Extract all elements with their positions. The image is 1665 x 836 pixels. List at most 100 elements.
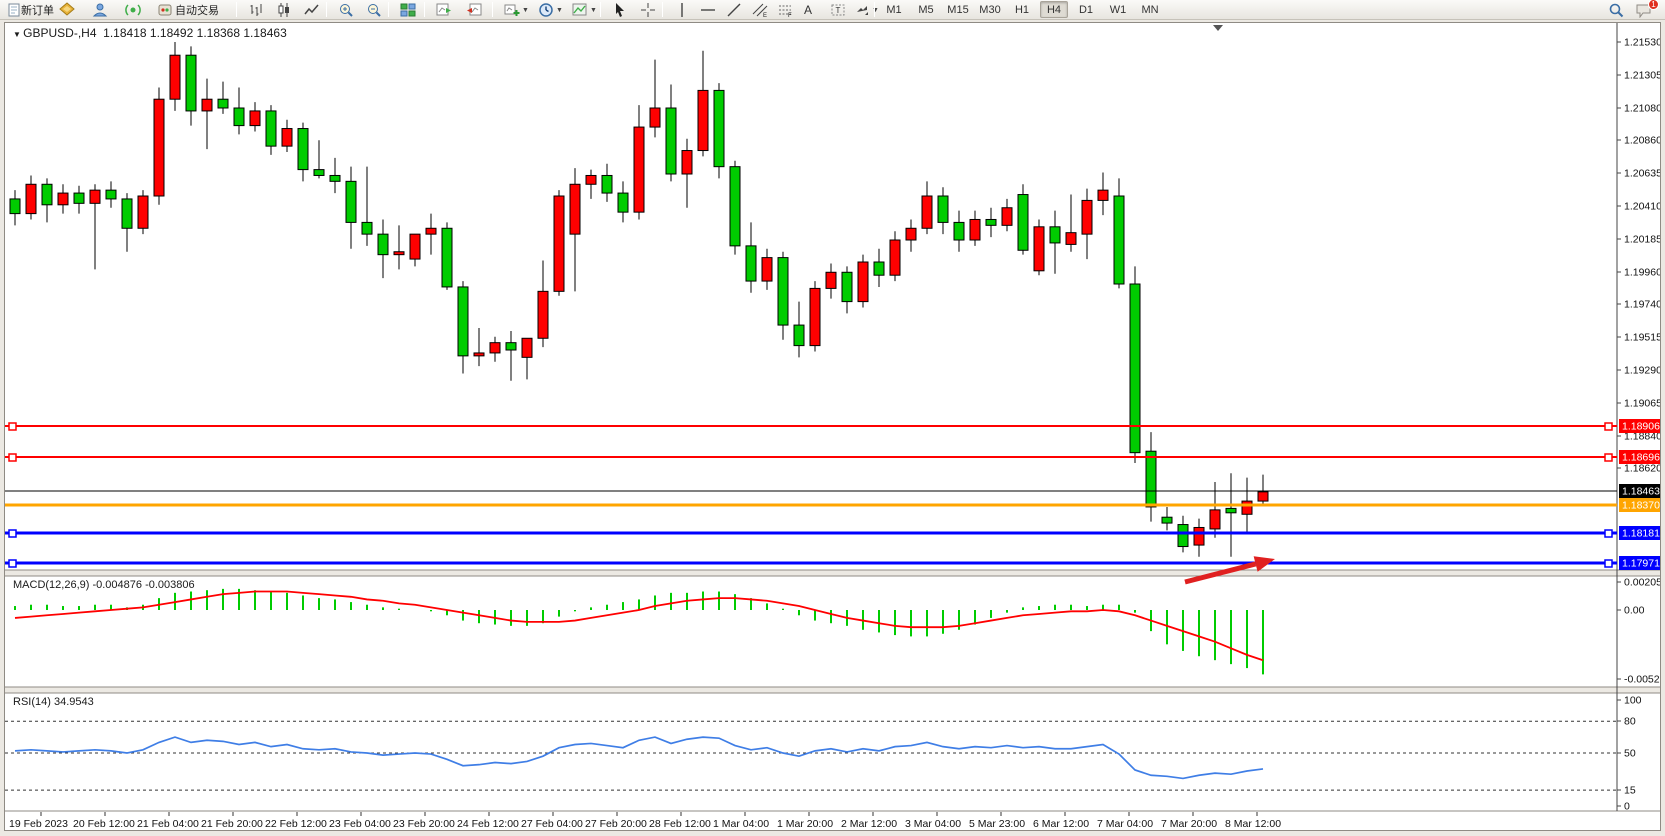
auto-trading-button[interactable]: 自动交易 — [171, 1, 223, 19]
zoom-in-icon[interactable] — [334, 1, 358, 19]
candlestick — [1066, 233, 1076, 245]
candlestick — [1258, 492, 1268, 501]
mt4-application: 新订单 自动交易 — [0, 0, 1665, 836]
candlestick — [42, 184, 52, 205]
line-handle[interactable] — [1605, 423, 1612, 430]
line-handle[interactable] — [1605, 560, 1612, 567]
timeframe-button-m1[interactable]: M1 — [880, 1, 908, 18]
date-axis-label: 5 Mar 23:00 — [969, 818, 1025, 830]
candlestick — [762, 258, 772, 281]
price-axis-label: 1.19960 — [1624, 267, 1660, 279]
timeframe-button-m5[interactable]: M5 — [912, 1, 940, 18]
date-axis-label: 1 Mar 04:00 — [713, 818, 769, 830]
line-handle[interactable] — [1605, 530, 1612, 537]
candlestick — [442, 228, 452, 287]
candlestick — [10, 199, 20, 214]
line-handle[interactable] — [9, 530, 16, 537]
fibonacci-tool-icon[interactable]: F — [774, 1, 798, 19]
periods-icon[interactable]: ▼ — [534, 1, 567, 19]
chart-window[interactable]: ▼ GBPUSD-,H4 1.18418 1.18492 1.18368 1.1… — [4, 22, 1661, 831]
candlestick-mode-icon[interactable] — [272, 1, 296, 19]
chart-canvas[interactable]: 1.215301.213051.210801.208601.206351.204… — [5, 23, 1660, 830]
line-handle[interactable] — [9, 560, 16, 567]
level-price-tag-text: 1.17971 — [1622, 558, 1660, 570]
price-axis-label: 1.20185 — [1624, 234, 1660, 246]
crosshair-icon[interactable] — [636, 1, 660, 19]
search-icon[interactable] — [1604, 1, 1628, 19]
candlestick — [1114, 196, 1124, 284]
channel-tool-icon[interactable]: E — [748, 1, 772, 19]
candlestick — [538, 291, 548, 338]
rsi-axis-label: 15 — [1624, 785, 1636, 797]
level-price-tag-text: 1.18463 — [1622, 486, 1660, 498]
candlestick — [954, 222, 964, 240]
candlestick — [122, 199, 132, 228]
text-label-tool-icon[interactable]: T — [826, 1, 850, 19]
candlestick — [378, 234, 388, 255]
market-watch-icon[interactable] — [55, 1, 79, 19]
candlestick — [1098, 190, 1108, 200]
candlestick — [778, 258, 788, 325]
text-tool-icon[interactable]: A — [800, 1, 816, 19]
arrows-tool-icon[interactable]: ▼ — [850, 1, 883, 19]
timeframe-button-d1[interactable]: D1 — [1072, 1, 1100, 18]
level-price-tag-text: 1.18181 — [1622, 528, 1660, 540]
templates-icon[interactable]: ▼ — [568, 1, 601, 19]
candlestick — [298, 129, 308, 170]
candlestick — [170, 55, 180, 99]
candlestick — [362, 222, 372, 234]
timeframe-button-w1[interactable]: W1 — [1104, 1, 1132, 18]
main-toolbar: 新订单 自动交易 — [0, 0, 1665, 20]
macd-axis-label: -0.005292 — [1624, 674, 1660, 686]
candlestick — [1034, 227, 1044, 271]
chart-shift-icon[interactable] — [462, 1, 486, 19]
candlestick — [602, 175, 612, 193]
candlestick — [266, 111, 276, 146]
zoom-out-icon[interactable] — [362, 1, 386, 19]
candlestick — [1242, 501, 1252, 514]
line-chart-mode-icon[interactable] — [300, 1, 324, 19]
date-axis-label: 24 Feb 12:00 — [457, 818, 519, 830]
candlestick — [218, 99, 228, 108]
candlestick — [586, 175, 596, 184]
candlestick — [890, 240, 900, 275]
candlestick — [1018, 195, 1028, 251]
bar-chart-mode-icon[interactable] — [244, 1, 268, 19]
line-handle[interactable] — [9, 423, 16, 430]
candlestick — [58, 193, 68, 205]
candlestick — [426, 228, 436, 234]
signals-icon[interactable] — [121, 1, 145, 19]
candlestick — [730, 167, 740, 246]
new-chart-icon[interactable]: ▼ — [500, 1, 533, 19]
line-handle[interactable] — [9, 454, 16, 461]
timeframe-button-h4[interactable]: H4 — [1040, 1, 1068, 18]
navigator-icon[interactable] — [88, 1, 112, 19]
rsi-axis-label: 0 — [1624, 801, 1630, 813]
chat-icon[interactable]: 1 — [1632, 1, 1657, 19]
candlestick — [506, 343, 516, 350]
toolbar-separator — [874, 2, 875, 17]
price-axis-label: 1.21530 — [1624, 37, 1660, 49]
date-axis-label: 20 Feb 12:00 — [73, 818, 135, 830]
horizontal-line-tool-icon[interactable] — [696, 1, 720, 19]
line-handle[interactable] — [1605, 454, 1612, 461]
date-axis-label: 19 Feb 2023 — [9, 818, 68, 830]
candlestick — [858, 262, 868, 302]
cursor-icon[interactable] — [608, 1, 632, 19]
timeframe-button-mn[interactable]: MN — [1136, 1, 1164, 18]
level-price-tag-text: 1.18906 — [1622, 421, 1660, 433]
trendline-tool-icon[interactable] — [722, 1, 746, 19]
vertical-line-tool-icon[interactable] — [670, 1, 694, 19]
new-order-button[interactable]: 新订单 — [17, 1, 58, 19]
timeframe-button-m15[interactable]: M15 — [944, 1, 972, 18]
tile-windows-icon[interactable] — [396, 1, 420, 19]
candlestick — [1178, 525, 1188, 547]
price-axis-label: 1.19515 — [1624, 332, 1660, 344]
timeframe-button-m30[interactable]: M30 — [976, 1, 1004, 18]
timeframe-button-h1[interactable]: H1 — [1008, 1, 1036, 18]
candlestick — [1162, 517, 1172, 523]
candlestick — [938, 196, 948, 222]
level-price-tag-text: 1.18696 — [1622, 452, 1660, 464]
macd-axis-label: 0.002055 — [1624, 577, 1660, 589]
auto-scroll-icon[interactable] — [432, 1, 456, 19]
